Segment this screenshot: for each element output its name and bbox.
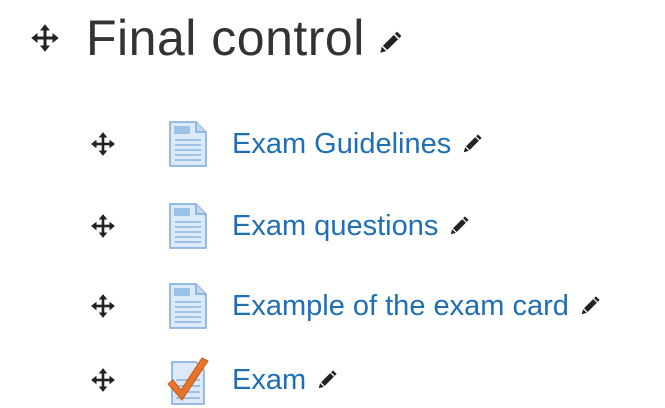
quiz-checkmark-icon[interactable] — [162, 354, 214, 406]
file-icon[interactable] — [162, 280, 214, 332]
activity-move-icon[interactable] — [90, 131, 116, 157]
activity-edit-pencil-icon[interactable] — [461, 133, 483, 155]
section-edit-pencil-icon[interactable] — [377, 30, 403, 56]
file-icon[interactable] — [162, 118, 214, 170]
activity-link-exam-guidelines[interactable]: Exam Guidelines — [232, 129, 451, 159]
activity-move-icon[interactable] — [90, 367, 116, 393]
file-icon[interactable] — [162, 200, 214, 252]
activity-exam-guidelines: Exam Guidelines — [90, 118, 483, 170]
activity-exam: Exam — [90, 354, 338, 406]
activity-link-exam-questions[interactable]: Exam questions — [232, 211, 438, 241]
section-move-icon[interactable] — [30, 23, 60, 53]
activity-edit-pencil-icon[interactable] — [316, 369, 338, 391]
course-section: Final control Exam Guidelines Exam quest… — [0, 0, 665, 408]
activity-edit-pencil-icon[interactable] — [579, 295, 601, 317]
activity-link-exam[interactable]: Exam — [232, 365, 306, 395]
activity-edit-pencil-icon[interactable] — [448, 215, 470, 237]
section-header: Final control — [30, 6, 403, 70]
section-title: Final control — [86, 10, 365, 66]
activity-example-exam-card: Example of the exam card — [90, 280, 601, 332]
activity-link-example-exam-card[interactable]: Example of the exam card — [232, 291, 569, 321]
activity-exam-questions: Exam questions — [90, 200, 470, 252]
activity-move-icon[interactable] — [90, 293, 116, 319]
activity-move-icon[interactable] — [90, 213, 116, 239]
